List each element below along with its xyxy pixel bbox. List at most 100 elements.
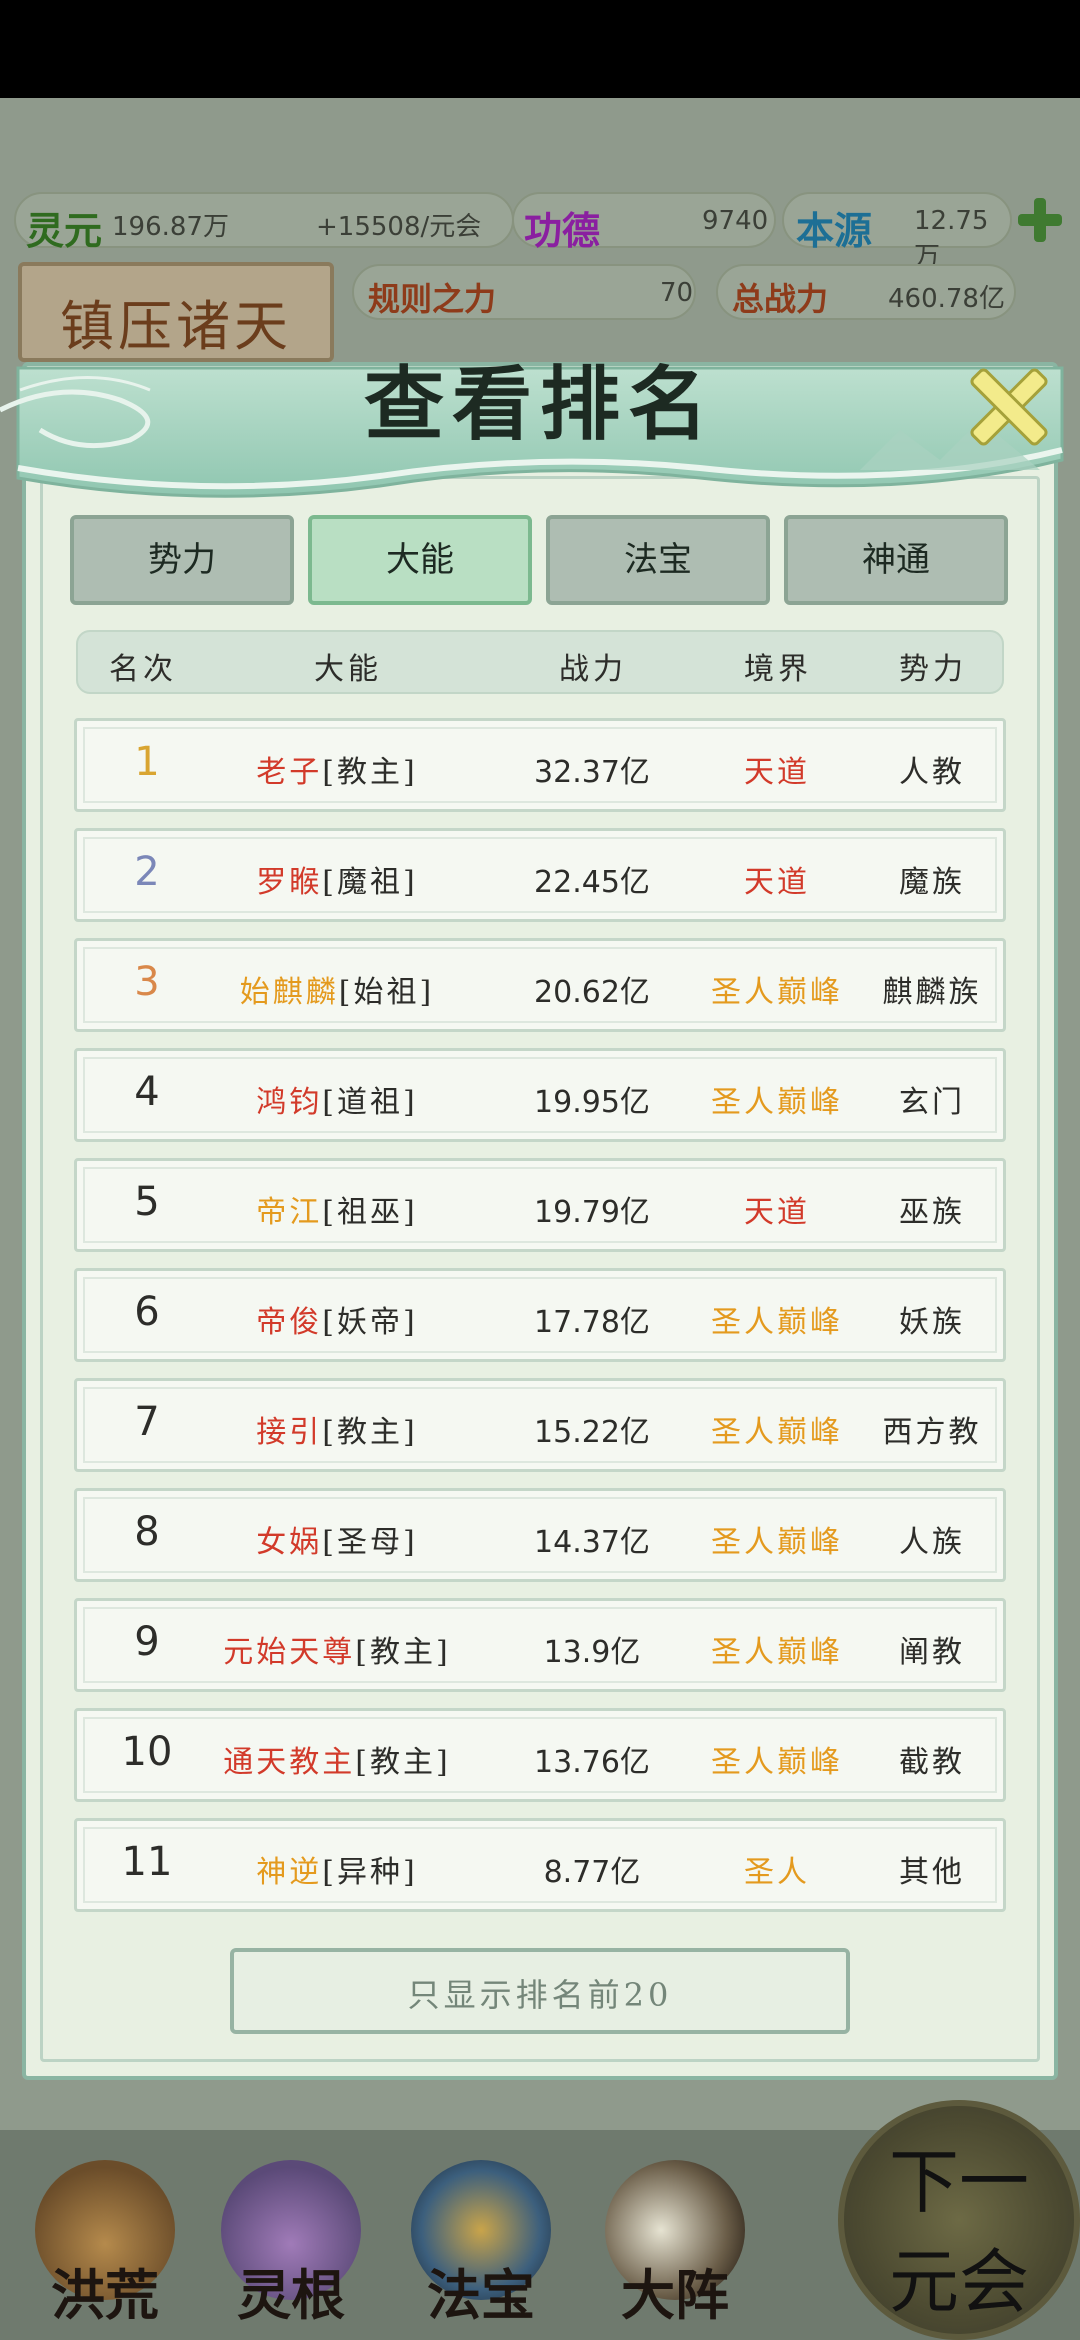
row-faction: 其他: [899, 1855, 965, 1890]
close-icon[interactable]: [958, 356, 1054, 452]
row-name: 罗睺: [256, 865, 323, 900]
tab-daneng[interactable]: 大能: [308, 515, 532, 605]
table-row: 11 神逆[异种] 8.77亿 圣人 其他: [74, 1818, 1006, 1912]
resource-guize: 规则之力 70: [352, 264, 696, 320]
row-faction: 截教: [899, 1745, 965, 1780]
tab-shentong[interactable]: 神通: [784, 515, 1008, 605]
row-rank: 10: [121, 1729, 173, 1775]
row-power: 8.77亿: [543, 1855, 641, 1890]
row-realm: 圣人巅峰: [711, 1525, 843, 1560]
row-rank: 1: [134, 739, 160, 785]
row-title: [教主]: [355, 1745, 451, 1780]
row-title: [教主]: [355, 1635, 451, 1670]
row-name-cell: 通天教主[教主]: [197, 1737, 477, 1781]
row-title: [道祖]: [322, 1085, 418, 1120]
status-bar: [0, 0, 1080, 98]
nav-linggen[interactable]: 灵根: [206, 2160, 376, 2330]
row-power: 22.45亿: [534, 865, 650, 900]
row-realm: 圣人巅峰: [711, 1085, 843, 1120]
row-power: 15.22亿: [534, 1415, 650, 1450]
row-faction: 人族: [899, 1525, 965, 1560]
row-name-cell: 神逆[异种]: [197, 1847, 477, 1891]
row-realm: 圣人: [744, 1855, 810, 1890]
row-name-cell: 老子[教主]: [197, 747, 477, 791]
resource-benyuan-value: 12.75万: [914, 206, 989, 272]
nav-dazhen-label: 大阵: [621, 2263, 729, 2327]
row-title: [教主]: [322, 1415, 418, 1450]
row-realm: 天道: [744, 1195, 810, 1230]
show-top20-label: 只显示排名前20: [407, 1976, 673, 2014]
table-row: 9 元始天尊[教主] 13.9亿 圣人巅峰 阐教: [74, 1598, 1006, 1692]
row-title: [教主]: [322, 755, 418, 790]
nav-fabao-label: 法宝: [427, 2263, 535, 2327]
next-epoch-button[interactable]: 下一 元会: [838, 2100, 1080, 2340]
row-power: 13.9亿: [543, 1635, 641, 1670]
table-row: 4 鸿钧[道祖] 19.95亿 圣人巅峰 玄门: [74, 1048, 1006, 1142]
row-name-cell: 帝俊[妖帝]: [197, 1297, 477, 1341]
nav-linggen-label: 灵根: [237, 2263, 345, 2327]
table-row: 6 帝俊[妖帝] 17.78亿 圣人巅峰 妖族: [74, 1268, 1006, 1362]
resource-gongde-value: 9740: [702, 206, 769, 236]
row-name-cell: 元始天尊[教主]: [197, 1627, 477, 1671]
row-name: 老子: [256, 755, 323, 790]
row-faction: 妖族: [899, 1305, 965, 1340]
resource-guize-label: 规则之力: [368, 280, 497, 318]
col-name-header: 大能: [314, 652, 382, 687]
row-name: 元始天尊: [223, 1635, 356, 1670]
table-row: 3 始麒麟[始祖] 20.62亿 圣人巅峰 麒麟族: [74, 938, 1006, 1032]
nav-honghuang[interactable]: 洪荒: [20, 2160, 190, 2330]
col-faction-header: 势力: [899, 652, 967, 687]
row-power: 32.37亿: [534, 755, 650, 790]
row-rank: 9: [134, 1619, 160, 1665]
row-rank: 8: [134, 1509, 160, 1555]
show-top20-button[interactable]: 只显示排名前20: [230, 1948, 850, 2034]
row-rank: 11: [121, 1839, 173, 1885]
row-realm: 圣人巅峰: [711, 975, 843, 1010]
table-row: 10 通天教主[教主] 13.76亿 圣人巅峰 截教: [74, 1708, 1006, 1802]
row-realm: 圣人巅峰: [711, 1635, 843, 1670]
col-rank-header: 名次: [109, 652, 177, 687]
row-name: 接引: [256, 1415, 323, 1450]
row-faction: 西方教: [882, 1415, 982, 1450]
tab-fabao[interactable]: 法宝: [546, 515, 770, 605]
row-power: 13.76亿: [534, 1745, 650, 1780]
row-name-cell: 始麒麟[始祖]: [197, 967, 477, 1011]
row-faction: 阐教: [899, 1635, 965, 1670]
row-name: 女娲: [256, 1525, 323, 1560]
row-title: [异种]: [322, 1855, 418, 1890]
row-title: [祖巫]: [322, 1195, 418, 1230]
row-title: [始祖]: [338, 975, 435, 1010]
row-name: 帝江: [256, 1195, 323, 1230]
row-rank: 3: [134, 959, 160, 1005]
resource-benyuan-label: 本源: [796, 208, 873, 253]
row-title: [魔祖]: [322, 865, 418, 900]
row-name-cell: 女娲[圣母]: [197, 1517, 477, 1561]
nav-dazhen[interactable]: 大阵: [590, 2160, 760, 2330]
tab-shili[interactable]: 势力: [70, 515, 294, 605]
row-name: 鸿钧: [256, 1085, 323, 1120]
row-power: 17.78亿: [534, 1305, 650, 1340]
row-power: 20.62亿: [534, 975, 650, 1010]
table-row: 5 帝江[祖巫] 19.79亿 天道 巫族: [74, 1158, 1006, 1252]
resource-lingyuan: 灵元 196.87万 +15508/元会: [14, 192, 514, 253]
row-realm: 天道: [744, 865, 810, 900]
modal-title: 查看排名: [364, 357, 716, 451]
ranking-list[interactable]: 1 老子[教主] 32.37亿 天道 人教 2 罗睺[魔祖] 22.45亿 天道 魔族 3 始麒麟[始…: [74, 718, 1006, 1926]
row-rank: 2: [134, 849, 160, 895]
table-row: 8 女娲[圣母] 14.37亿 圣人巅峰 人族: [74, 1488, 1006, 1582]
row-realm: 圣人巅峰: [711, 1305, 843, 1340]
col-realm-header: 境界: [744, 652, 812, 687]
row-name-cell: 罗睺[魔祖]: [197, 857, 477, 901]
row-faction: 人教: [899, 755, 965, 790]
resource-gongde: 功德 9740: [512, 192, 776, 253]
tab-bar: 势力 大能 法宝 神通: [70, 515, 1010, 605]
add-resource-icon[interactable]: [1014, 194, 1066, 246]
resource-lingyuan-value: 196.87万: [112, 212, 229, 242]
row-realm: 圣人巅峰: [711, 1415, 843, 1450]
row-power: 19.95亿: [534, 1085, 650, 1120]
resource-lingyuan-rate: +15508/元会: [316, 212, 482, 242]
resource-zhanli: 总战力 460.78亿: [716, 264, 1016, 320]
col-power-header: 战力: [559, 652, 627, 687]
resource-zhanli-label: 总战力: [732, 280, 829, 318]
nav-fabao[interactable]: 法宝: [396, 2160, 566, 2330]
